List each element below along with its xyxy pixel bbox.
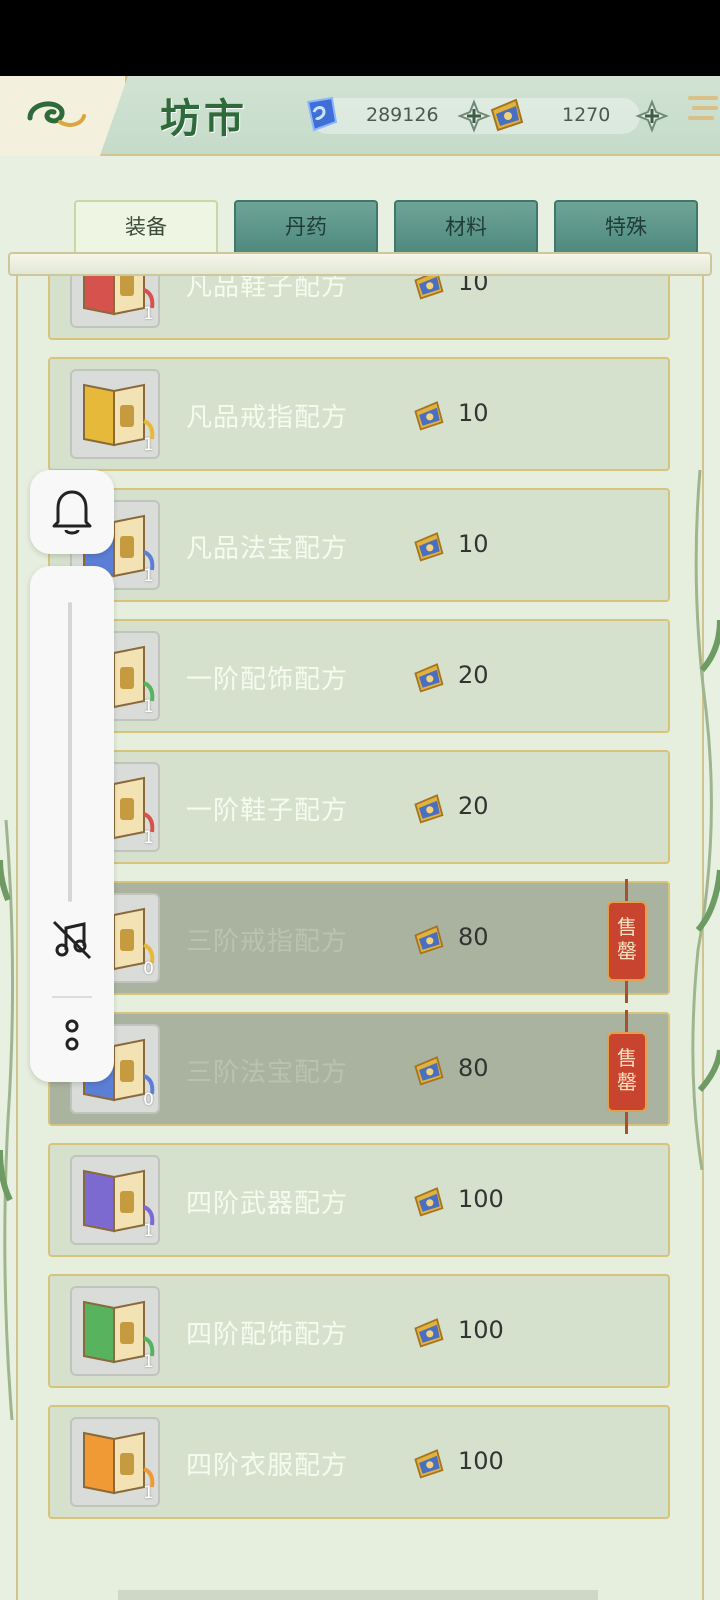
coin-pouch-icon [410, 1183, 446, 1223]
coin-pouch-icon [410, 1052, 446, 1092]
recipe-thumbnail: 1 [70, 276, 160, 328]
blue-gem-icon [306, 96, 338, 132]
tool-divider [52, 996, 92, 998]
list-item[interactable]: 1 凡品鞋子配方 10 [48, 276, 670, 340]
coin-pouch-icon [410, 1445, 446, 1485]
sold-out-label: 售罄 [607, 901, 647, 981]
list-item[interactable]: 0 三阶戒指配方 80 售罄 [48, 879, 670, 1003]
item-price: 10 [458, 276, 489, 296]
item-count: 1 [143, 697, 154, 717]
item-name: 四阶武器配方 [186, 1189, 349, 1219]
item-price: 80 [458, 923, 489, 951]
item-name: 一阶配饰配方 [186, 665, 349, 695]
cloud-back-icon [27, 101, 86, 127]
item-price: 20 [458, 792, 489, 820]
sold-out-tag: 售罄 [605, 1010, 649, 1134]
bamboo-decoration-left-icon [0, 820, 15, 1420]
recipe-thumbnail: 1 [70, 369, 160, 459]
coin-pouch-icon [410, 397, 446, 437]
top-bar: 坊市 289126 1270 [0, 76, 720, 156]
item-price: 10 [458, 399, 489, 427]
item-name: 凡品鞋子配方 [186, 276, 349, 302]
list-item[interactable]: 0 三阶法宝配方 80 售罄 [48, 1010, 670, 1134]
sold-out-tag: 售罄 [605, 879, 649, 1003]
item-price: 20 [458, 661, 489, 689]
status-bar [0, 0, 720, 76]
coin-count: 1270 [562, 104, 611, 126]
item-name: 凡品法宝配方 [186, 534, 349, 564]
volume-slider[interactable] [68, 602, 72, 902]
page-title: 坊市 [160, 95, 248, 142]
list-item[interactable]: 1 四阶配饰配方 100 [48, 1274, 670, 1388]
music-off-icon[interactable] [48, 916, 96, 964]
coin-pouch-icon [410, 276, 446, 306]
item-name: 三阶法宝配方 [186, 1058, 349, 1088]
item-name: 三阶戒指配方 [186, 927, 349, 957]
coin-pouch-icon [490, 98, 524, 132]
bottom-bar [118, 1590, 598, 1600]
add-coin-button[interactable] [634, 98, 670, 134]
list-item[interactable]: 1 一阶配饰配方 20 [48, 619, 670, 733]
cloud-ornament-icon [688, 96, 718, 120]
tab-equipment[interactable]: 装备 [74, 200, 218, 252]
bell-button[interactable] [30, 470, 114, 554]
item-name: 凡品戒指配方 [186, 403, 349, 433]
tab-materials[interactable]: 材料 [394, 200, 538, 252]
list-item[interactable]: 1 四阶武器配方 100 [48, 1143, 670, 1257]
floating-toolbar [30, 470, 114, 1082]
item-price: 100 [458, 1316, 504, 1344]
gem-count: 289126 [366, 104, 439, 126]
currency-bar: 289126 1270 [306, 96, 669, 134]
category-tabs: 装备 丹药 材料 特殊 [74, 200, 700, 252]
item-price: 100 [458, 1447, 504, 1475]
more-dots-icon[interactable] [58, 1016, 86, 1056]
item-name: 四阶配饰配方 [186, 1320, 349, 1350]
list-item[interactable]: 1 四阶衣服配方 100 [48, 1405, 670, 1519]
item-count: 1 [143, 828, 154, 848]
list-item[interactable]: 1 一阶鞋子配方 20 [48, 750, 670, 864]
recipe-thumbnail: 1 [70, 1286, 160, 1376]
list-item[interactable]: 1 凡品戒指配方 10 [48, 357, 670, 471]
item-count: 1 [143, 1221, 154, 1241]
bamboo-decoration-icon [691, 470, 720, 1170]
item-count: 1 [143, 1352, 154, 1372]
scroll-header-bar [8, 252, 712, 276]
coin-pouch-icon [410, 790, 446, 830]
item-count: 1 [143, 435, 154, 455]
coin-pouch-icon [410, 1314, 446, 1354]
item-name: 四阶衣服配方 [186, 1451, 349, 1481]
recipe-thumbnail: 1 [70, 1155, 160, 1245]
item-price: 10 [458, 530, 489, 558]
item-name: 一阶鞋子配方 [186, 796, 349, 826]
coin-pouch-icon [410, 659, 446, 699]
item-count: 1 [143, 1483, 154, 1503]
back-button[interactable] [0, 76, 128, 156]
tab-elixir[interactable]: 丹药 [234, 200, 378, 252]
item-price: 80 [458, 1054, 489, 1082]
coin-pouch-icon [410, 528, 446, 568]
list-item[interactable]: 1 凡品法宝配方 10 [48, 488, 670, 602]
recipe-thumbnail: 1 [70, 1417, 160, 1507]
coin-pouch-icon [410, 921, 446, 961]
item-count: 0 [143, 959, 154, 979]
item-count: 1 [143, 304, 154, 324]
tab-special[interactable]: 特殊 [554, 200, 698, 252]
item-price: 100 [458, 1185, 504, 1213]
item-list[interactable]: 1 凡品鞋子配方 10 1 凡品戒指配方 10 1 凡品法宝配方 10 1 一阶配饰配方 20 1 一阶鞋… [48, 276, 670, 1600]
sold-out-label: 售罄 [607, 1032, 647, 1112]
item-count: 0 [143, 1090, 154, 1110]
item-count: 1 [143, 566, 154, 586]
bell-icon [52, 490, 92, 535]
tool-card [30, 566, 114, 1082]
